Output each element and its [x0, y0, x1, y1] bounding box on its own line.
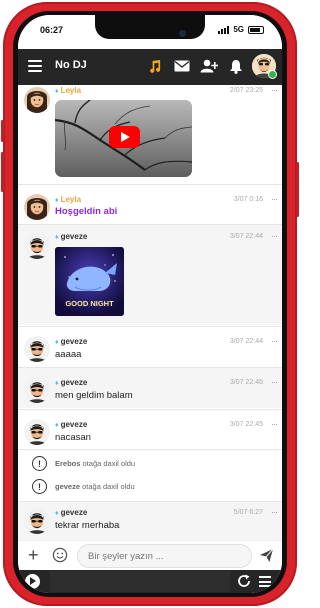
- list-icon[interactable]: [259, 576, 271, 587]
- chat-area[interactable]: ♦ Leyla 2/07 23:25 ··· ♦ Leyla 3/07 0:16…: [18, 85, 282, 540]
- info-icon: !: [32, 479, 47, 494]
- more-options-icon[interactable]: ···: [271, 336, 278, 346]
- top-icons: [144, 54, 277, 79]
- chat-message: ♦ geveze 3/07 22:44 ··· GOOD NIGHT: [18, 225, 282, 325]
- diamond-icon: ♦: [55, 510, 59, 517]
- message-time: 5/07 6:27: [233, 509, 263, 516]
- gif-caption: GOOD NIGHT: [65, 299, 114, 308]
- now-playing-area: [50, 571, 230, 592]
- avatar[interactable]: [24, 233, 50, 259]
- more-options-icon[interactable]: ···: [271, 377, 278, 387]
- video-thumbnail[interactable]: [55, 100, 192, 177]
- online-status-icon: [268, 70, 277, 79]
- chat-message: ♦ geveze 3/07 22:44 ··· aaaaa: [18, 327, 282, 366]
- username[interactable]: ♦ geveze: [55, 420, 87, 429]
- avatar[interactable]: [24, 87, 50, 113]
- user-avatar[interactable]: [252, 54, 277, 79]
- chat-message: ♦ geveze 3/07 22:45 ··· nacasan: [18, 410, 282, 448]
- system-text: Erebos otağa daxil oldu: [55, 459, 136, 468]
- chat-message: ♦ Leyla 2/07 23:25 ···: [18, 85, 282, 183]
- avatar[interactable]: [24, 336, 50, 362]
- status-indicators: 5G: [218, 25, 264, 34]
- system-message: ! geveze otağa daxil oldu: [18, 475, 282, 498]
- message-time: 3/07 22:45: [229, 379, 263, 386]
- diamond-icon: ♦: [55, 422, 59, 429]
- battery-icon: [248, 25, 264, 34]
- message-time: 3/07 0:16: [233, 196, 263, 203]
- notch: [95, 15, 205, 39]
- phone-frame: 06:27 5G No DJ ♦ Leyla 2/07 23:25 ··· ♦ …: [1, 2, 299, 606]
- mail-icon[interactable]: [171, 54, 192, 78]
- more-options-icon[interactable]: ···: [271, 231, 278, 241]
- diamond-icon: ♦: [55, 88, 59, 95]
- system-text: geveze otağa daxil oldu: [55, 482, 135, 491]
- youtube-play-icon[interactable]: [109, 126, 140, 148]
- diamond-icon: ♦: [55, 234, 59, 241]
- add-friend-icon[interactable]: [198, 54, 219, 78]
- status-time: 06:27: [40, 25, 64, 35]
- username[interactable]: ♦ Leyla: [55, 86, 81, 95]
- diamond-icon: ♦: [55, 197, 59, 204]
- phone-bezel: 06:27 5G No DJ ♦ Leyla 2/07 23:25 ··· ♦ …: [13, 11, 287, 597]
- message-input[interactable]: [77, 544, 252, 568]
- message-time: 2/07 23:25: [229, 87, 263, 94]
- avatar[interactable]: [24, 377, 50, 403]
- chat-message: ♦ Leyla 3/07 0:16 ··· Hoşgeldin abi: [18, 185, 282, 223]
- play-icon[interactable]: [25, 574, 40, 589]
- power-button: [296, 162, 299, 217]
- volume-up-button: [1, 120, 4, 142]
- gif-image[interactable]: GOOD NIGHT: [55, 247, 124, 316]
- message-composer: +: [18, 540, 282, 570]
- username[interactable]: ♦ geveze: [55, 378, 87, 387]
- chat-message: ♦ geveze 5/07 6:27 ··· tekrar merhaba: [18, 502, 282, 540]
- avatar[interactable]: [24, 194, 50, 220]
- avatar[interactable]: [24, 419, 50, 445]
- player-bar: [18, 570, 282, 593]
- more-options-icon[interactable]: ···: [271, 85, 278, 95]
- more-options-icon[interactable]: ···: [271, 194, 278, 204]
- music-note-icon[interactable]: [144, 54, 165, 78]
- refresh-icon[interactable]: [236, 573, 252, 593]
- status-bar: 06:27 5G: [18, 15, 282, 49]
- send-icon[interactable]: [259, 548, 274, 568]
- chat-message: ♦ geveze 3/07 22:45 ··· men geldim balam: [18, 368, 282, 408]
- signal-icon: [218, 25, 230, 34]
- network-label: 5G: [233, 25, 244, 34]
- message-time: 3/07 22:44: [229, 338, 263, 345]
- volume-down-button: [1, 152, 4, 192]
- system-message: ! Erebos otağa daxil oldu: [18, 452, 282, 475]
- divider: [18, 449, 282, 450]
- username[interactable]: ♦ geveze: [55, 337, 87, 346]
- username[interactable]: ♦ Leyla: [55, 195, 81, 204]
- username[interactable]: ♦ geveze: [55, 508, 87, 517]
- bell-icon[interactable]: [225, 54, 246, 78]
- message-time: 3/07 22:44: [229, 233, 263, 240]
- room-title: No DJ: [55, 59, 87, 71]
- plus-icon[interactable]: +: [28, 545, 39, 565]
- message-time: 3/07 22:45: [229, 421, 263, 428]
- info-icon: !: [32, 456, 47, 471]
- diamond-icon: ♦: [55, 339, 59, 346]
- username[interactable]: ♦ geveze: [55, 232, 87, 241]
- message-text: aaaaa: [55, 349, 82, 360]
- menu-icon[interactable]: [28, 60, 42, 72]
- message-text: men geldim balam: [55, 390, 133, 401]
- top-bar: No DJ: [18, 49, 282, 85]
- message-text: nacasan: [55, 432, 91, 443]
- message-text: Hoşgeldin abi: [55, 206, 118, 217]
- screen: 06:27 5G No DJ ♦ Leyla 2/07 23:25 ··· ♦ …: [18, 15, 282, 593]
- camera-icon: [179, 30, 186, 37]
- message-text: tekrar merhaba: [55, 520, 120, 531]
- more-options-icon[interactable]: ···: [271, 419, 278, 429]
- more-options-icon[interactable]: ···: [271, 507, 278, 517]
- diamond-icon: ♦: [55, 380, 59, 387]
- avatar[interactable]: [24, 508, 50, 534]
- emoji-icon[interactable]: [52, 547, 68, 568]
